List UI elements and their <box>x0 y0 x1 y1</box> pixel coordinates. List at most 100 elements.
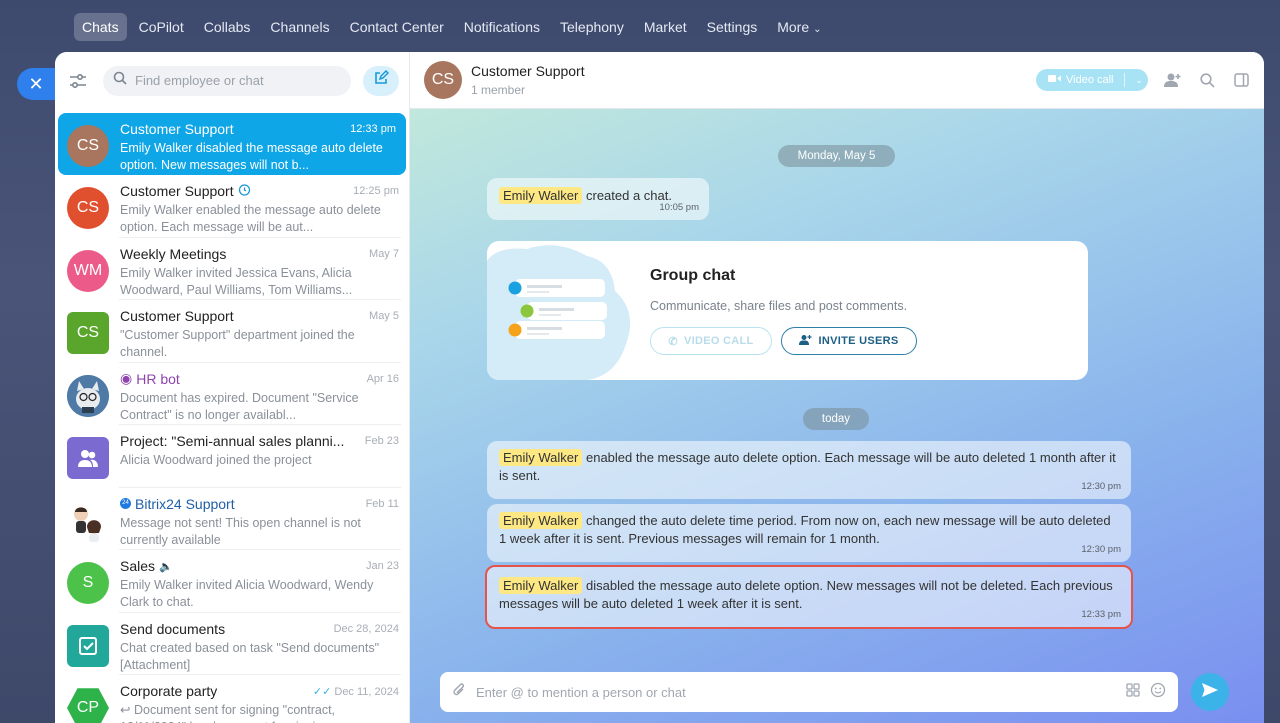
chat-area: CS Customer Support 1 member Video call … <box>410 52 1264 723</box>
sidebar-toggle-icon[interactable] <box>1232 71 1250 89</box>
avatar: CS <box>67 187 109 229</box>
chat-title: Bitrix24 Support <box>135 495 235 512</box>
filter-icon[interactable] <box>65 68 91 94</box>
chat-item[interactable]: CS Customer Support May 5 "Customer Suppo… <box>55 300 409 363</box>
system-message: Emily Walker enabled the message auto de… <box>487 441 1131 499</box>
chat-title: Customer Support <box>120 308 234 324</box>
chat-time: May 7 <box>369 247 399 260</box>
chat-preview: Alicia Woodward joined the project <box>120 453 312 467</box>
nav-settings[interactable]: Settings <box>699 13 766 41</box>
nav-market[interactable]: Market <box>636 13 695 41</box>
chat-preview: "Customer Support" department joined the… <box>120 328 355 359</box>
chat-sidebar: CS Customer Support 12:33 pm Emily Walker… <box>55 52 410 723</box>
video-call-card-button[interactable]: ✆ VIDEO CALL <box>650 327 772 355</box>
search-input[interactable] <box>135 73 341 88</box>
chat-title: Customer Support <box>120 121 234 137</box>
video-call-card-label: VIDEO CALL <box>683 335 754 347</box>
chat-item[interactable]: 24 Bitrix24 Support Feb 11 Message not sen… <box>55 488 409 551</box>
add-user-icon[interactable] <box>1164 71 1182 89</box>
search-icon[interactable] <box>1198 71 1216 89</box>
date-divider: today <box>803 408 869 430</box>
bitrix24-badge-icon: 24 <box>120 498 131 509</box>
nav-notifications[interactable]: Notifications <box>456 13 548 41</box>
system-message: Emily Walker created a chat. 10:05 pm <box>487 178 709 220</box>
chat-item[interactable]: ◉ HR bot Apr 16 Document has expired. Docu… <box>55 363 409 426</box>
video-call-button[interactable]: Video call ⌄ <box>1036 69 1148 91</box>
user-mention[interactable]: Emily Walker <box>499 449 583 466</box>
auto-delete-timer-icon <box>238 183 251 199</box>
chat-time: Dec 11, 2024 <box>334 685 399 698</box>
chat-preview: Emily Walker enabled the message auto de… <box>120 203 381 234</box>
nav-contact-center[interactable]: Contact Center <box>342 13 452 41</box>
chat-header: CS Customer Support 1 member Video call … <box>410 52 1264 109</box>
member-count[interactable]: 1 member <box>471 83 585 97</box>
nav-more[interactable]: More ⌄ <box>769 13 829 41</box>
top-navigation: Chats CoPilot Collabs Channels Contact C… <box>74 12 830 42</box>
message-text: changed the auto delete time period. Fro… <box>499 513 1111 546</box>
chevron-down-icon[interactable]: ⌄ <box>1130 75 1148 86</box>
message-text: enabled the message auto delete option. … <box>499 450 1116 483</box>
chat-item[interactable]: CS Customer Support 12:25 pm Emily Walker… <box>55 175 409 238</box>
invite-users-label: INVITE USERS <box>818 335 899 347</box>
phone-icon: ✆ <box>668 335 678 348</box>
nav-more-label: More <box>777 19 810 35</box>
date-divider: Monday, May 5 <box>778 145 895 167</box>
nav-telephony[interactable]: Telephony <box>552 13 632 41</box>
video-call-label: Video call <box>1066 74 1114 86</box>
chat-item[interactable]: Send documents Dec 28, 2024 Chat created … <box>55 613 409 676</box>
chat-preview: Document has expired. Document "Service … <box>120 390 359 422</box>
chat-item[interactable]: CP Corporate party ✓✓ Dec 11, 2024 ↩ Docu… <box>55 675 409 723</box>
chat-item[interactable]: CS Customer Support 12:33 pm Emily Walker… <box>58 113 406 175</box>
message-input-bar <box>440 672 1178 712</box>
group-chat-title: Group chat <box>650 267 736 284</box>
chat-item[interactable]: S Sales 🔈 Jan 23 Emily Walker invited Alic… <box>55 550 409 613</box>
user-mention[interactable]: Emily Walker <box>499 187 583 204</box>
chat-item[interactable]: Project: "Semi-annual sales planni... Feb… <box>55 425 409 488</box>
close-button[interactable]: ✕ <box>17 68 55 100</box>
compose-button[interactable] <box>363 65 399 96</box>
emoji-icon[interactable] <box>1150 682 1166 703</box>
chat-time: Feb 11 <box>365 497 399 510</box>
group-icon <box>67 437 109 479</box>
video-camera-icon <box>1048 74 1061 86</box>
chat-item[interactable]: WM Weekly Meetings May 7 Emily Walker inv… <box>55 238 409 301</box>
chat-preview: Chat created based on task "Send documen… <box>120 640 380 672</box>
double-check-icon: ✓✓ <box>312 685 332 698</box>
chat-avatar[interactable]: CS <box>424 61 462 99</box>
nav-chats[interactable]: Chats <box>74 13 127 41</box>
group-chat-illustration <box>487 241 637 380</box>
messenger-window: CS Customer Support 12:33 pm Emily Walker… <box>55 52 1264 723</box>
invite-users-button[interactable]: INVITE USERS <box>781 327 917 355</box>
group-chat-description: Communicate, share files and post commen… <box>650 299 908 313</box>
chat-title: Corporate party <box>120 683 218 699</box>
chat-time: May 5 <box>369 310 399 322</box>
paperclip-icon[interactable] <box>452 682 466 703</box>
chat-title: Send documents <box>120 620 226 637</box>
chat-header-title[interactable]: Customer Support <box>471 63 585 79</box>
message-time: 12:30 pm <box>1081 544 1121 555</box>
chat-title: HR bot <box>136 370 180 387</box>
chat-title: Customer Support <box>120 183 234 199</box>
group-chat-card: Group chat Communicate, share files and … <box>487 241 1088 380</box>
nav-channels[interactable]: Channels <box>262 13 337 41</box>
chat-time: 12:33 pm <box>350 123 396 135</box>
chat-title: Weekly Meetings <box>120 245 227 262</box>
chat-time: Feb 23 <box>364 435 399 447</box>
chat-time: 12:25 pm <box>353 185 399 197</box>
apps-grid-icon[interactable] <box>1126 682 1140 702</box>
avatar: S <box>67 562 109 604</box>
nav-copilot[interactable]: CoPilot <box>131 13 192 41</box>
system-message: Emily Walker changed the auto delete tim… <box>487 504 1131 562</box>
user-mention[interactable]: Emily Walker <box>499 577 583 594</box>
avatar: CS <box>67 312 109 354</box>
message-input[interactable] <box>476 684 1116 700</box>
nav-collabs[interactable]: Collabs <box>196 13 259 41</box>
highlighted-system-message: Emily Walker disabled the message auto d… <box>485 565 1133 629</box>
send-button[interactable] <box>1191 673 1229 711</box>
user-mention[interactable]: Emily Walker <box>499 512 583 529</box>
avatar: WM <box>67 249 109 292</box>
message-time: 10:05 pm <box>659 202 699 213</box>
chat-time: Apr 16 <box>366 372 399 385</box>
chat-preview: Emily Walker invited Jessica Evans, Alic… <box>120 265 353 297</box>
chat-time: Jan 23 <box>365 560 399 572</box>
